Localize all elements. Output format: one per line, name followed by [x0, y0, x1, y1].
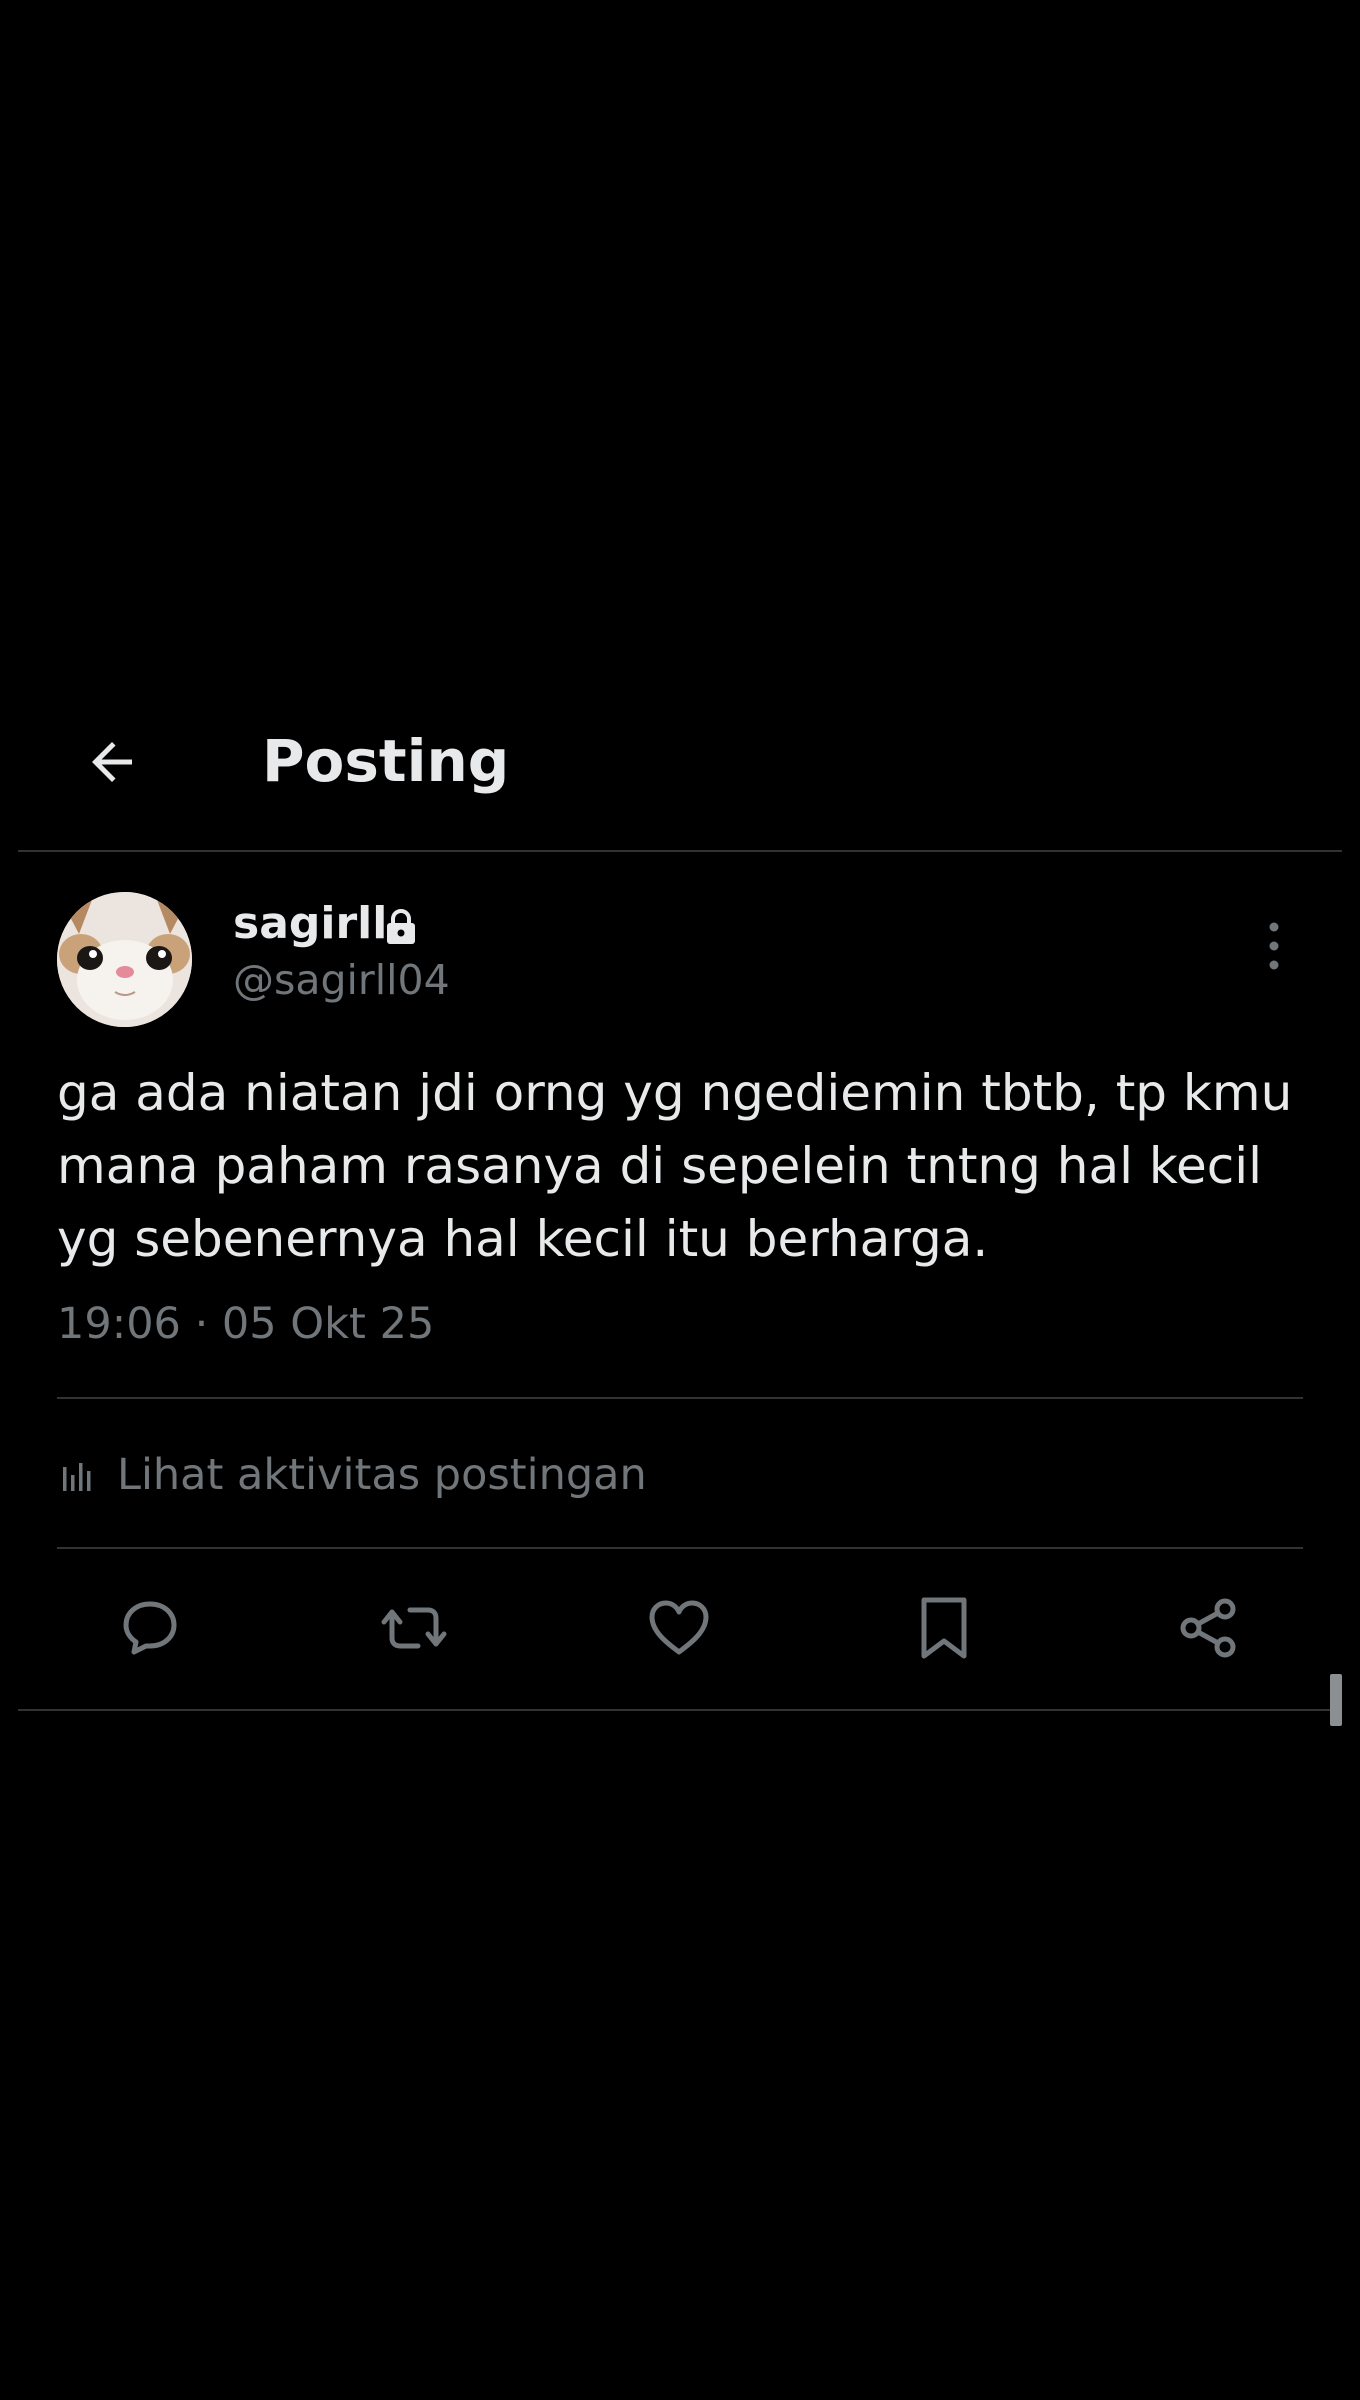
back-button[interactable] [78, 728, 146, 796]
lock-icon [387, 909, 415, 944]
reply-icon [123, 1601, 177, 1655]
repost-button[interactable] [380, 1594, 448, 1662]
cat-face-avatar [57, 892, 192, 1027]
activity-divider [57, 1547, 1303, 1549]
share-button[interactable] [1175, 1594, 1243, 1662]
user-handle[interactable]: @sagirll04 [233, 953, 450, 1007]
timestamp-divider [57, 1397, 1303, 1399]
like-button[interactable] [645, 1594, 713, 1662]
actions-divider [18, 1709, 1342, 1711]
activity-label: Lihat aktivitas postingan [117, 1450, 647, 1500]
arrow-left-icon [92, 742, 132, 782]
analytics-icon [63, 1463, 91, 1491]
more-vertical-icon [1269, 922, 1279, 970]
scrollbar-thumb[interactable] [1330, 1674, 1342, 1726]
post-timestamp[interactable]: 19:06 · 05 Okt 25 [57, 1297, 434, 1351]
reply-button[interactable] [116, 1594, 184, 1662]
share-icon [1180, 1598, 1236, 1658]
like-icon [649, 1600, 709, 1655]
top-bar: Posting [0, 700, 1360, 850]
more-options-button[interactable] [1252, 917, 1296, 977]
header-divider [18, 850, 1342, 852]
avatar[interactable] [57, 892, 192, 1027]
bookmark-icon [921, 1597, 967, 1659]
post-text: ga ada niatan jdi orng yg ngediemin tbtb… [57, 1064, 1293, 1268]
display-name[interactable]: sagirll [233, 897, 387, 951]
repost-icon [381, 1607, 447, 1649]
post-activity-link[interactable]: Lihat aktivitas postingan [57, 1442, 647, 1508]
bookmark-button[interactable] [910, 1594, 978, 1662]
page-title: Posting [262, 727, 510, 795]
